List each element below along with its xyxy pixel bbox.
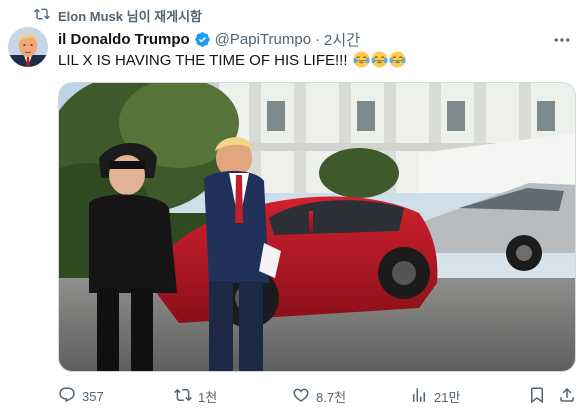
reply-button[interactable]: 357 (58, 386, 104, 407)
more-options-icon[interactable] (552, 30, 572, 50)
repost-icon (174, 386, 192, 407)
repost-icon (34, 6, 50, 25)
like-button[interactable]: 8.7천 (292, 386, 346, 407)
reply-count: 357 (82, 389, 104, 404)
views-count: 21만 (434, 390, 461, 405)
bookmark-button[interactable] (528, 386, 546, 407)
tweet-card[interactable]: Elon Musk 님이 재게시함 il Donaldo Trumpo @Pap… (0, 0, 586, 418)
tweet-actions: 357 1천 8.7천 21만 (58, 386, 578, 408)
face-with-tears-of-joy-emoji (371, 51, 388, 68)
share-button[interactable] (558, 386, 576, 407)
tweet-text: LIL X IS HAVING THE TIME OF HIS LIFE!!! (58, 51, 406, 71)
like-count: 8.7천 (316, 390, 347, 405)
views-icon (410, 386, 428, 407)
verified-badge-icon[interactable] (194, 31, 211, 48)
bookmark-icon (528, 386, 546, 407)
tweet-header: il Donaldo Trumpo @PapiTrumpo · 2시간 (58, 29, 360, 50)
views-button[interactable]: 21만 (410, 386, 460, 407)
share-icon (558, 386, 576, 407)
reply-icon (58, 386, 76, 407)
separator-dot: · (315, 31, 321, 48)
tweet-video[interactable] (58, 82, 576, 372)
heart-icon (292, 386, 310, 407)
retweet-banner-text: Elon Musk 님이 재게시함 (58, 9, 202, 24)
retweet-banner[interactable]: Elon Musk 님이 재게시함 (34, 6, 202, 25)
tweet-timestamp[interactable]: 2시간 (324, 29, 360, 50)
avatar[interactable] (8, 27, 48, 67)
face-with-tears-of-joy-emoji (389, 51, 406, 68)
video-frame (59, 83, 575, 371)
repost-count: 1천 (198, 390, 218, 405)
author-name[interactable]: il Donaldo Trumpo (58, 31, 190, 48)
face-with-tears-of-joy-emoji (353, 51, 370, 68)
tweet-body: LIL X IS HAVING THE TIME OF HIS LIFE!!! (58, 52, 348, 69)
repost-button[interactable]: 1천 (174, 386, 217, 407)
author-handle[interactable]: @PapiTrumpo (215, 31, 311, 48)
